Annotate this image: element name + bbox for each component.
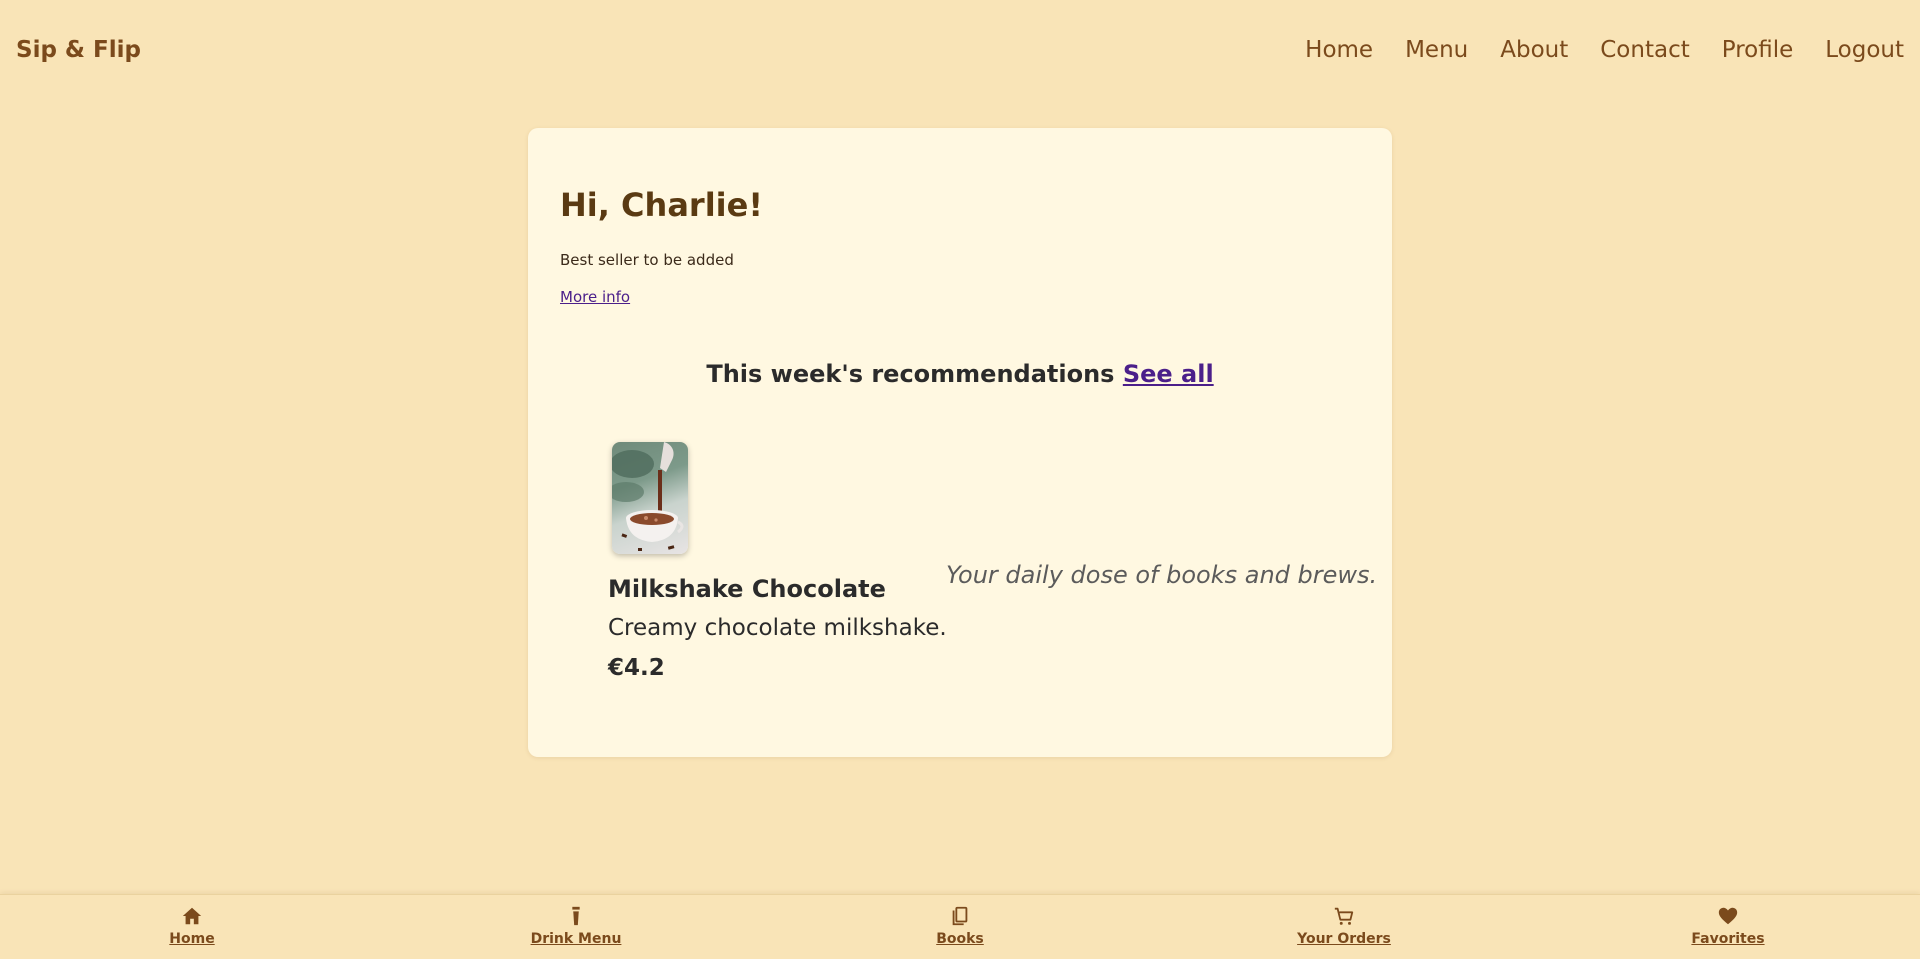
tab-home-label: Home bbox=[169, 931, 215, 947]
nav-logout[interactable]: Logout bbox=[1825, 37, 1904, 63]
top-navbar: Sip & Flip Home Menu About Contact Profi… bbox=[0, 0, 1920, 100]
more-info-link[interactable]: More info bbox=[560, 288, 630, 306]
home-icon bbox=[182, 907, 202, 925]
tab-books[interactable]: Books bbox=[880, 905, 1040, 947]
tab-drink-menu[interactable]: Drink Menu bbox=[496, 905, 656, 947]
bestseller-text: Best seller to be added bbox=[560, 251, 734, 269]
greeting-heading: Hi, Charlie! bbox=[560, 186, 763, 224]
tab-your-orders[interactable]: Your Orders bbox=[1264, 905, 1424, 947]
nav-home[interactable]: Home bbox=[1305, 37, 1373, 63]
tab-home[interactable]: Home bbox=[112, 905, 272, 947]
cup-icon bbox=[572, 906, 580, 926]
tab-books-label: Books bbox=[936, 931, 984, 947]
recommendations-title: This week's recommendations bbox=[706, 360, 1115, 388]
tagline: Your daily dose of books and brews. bbox=[946, 561, 1378, 589]
tab-drink-menu-label: Drink Menu bbox=[530, 931, 622, 947]
product-description: Creamy chocolate milkshake. bbox=[608, 615, 947, 641]
heart-icon bbox=[1718, 907, 1738, 925]
product-name[interactable]: Milkshake Chocolate bbox=[608, 575, 886, 603]
main-nav: Home Menu About Contact Profile Logout bbox=[1273, 37, 1904, 63]
brand-logo[interactable]: Sip & Flip bbox=[16, 37, 141, 63]
product-image[interactable] bbox=[612, 442, 688, 554]
nav-menu[interactable]: Menu bbox=[1405, 37, 1468, 63]
tab-favorites[interactable]: Favorites bbox=[1648, 905, 1808, 947]
cart-icon bbox=[1334, 907, 1354, 925]
bottom-tab-bar: Home Drink Menu Books Your Orders Favori… bbox=[0, 894, 1920, 959]
nav-profile[interactable]: Profile bbox=[1722, 37, 1794, 63]
hot-chocolate-illustration bbox=[612, 442, 684, 551]
nav-contact[interactable]: Contact bbox=[1600, 37, 1689, 63]
recommendations-heading: This week's recommendations See all bbox=[528, 360, 1392, 388]
see-all-link[interactable]: See all bbox=[1123, 360, 1214, 388]
home-card: Hi, Charlie! Best seller to be added Mor… bbox=[528, 128, 1392, 757]
tab-favorites-label: Favorites bbox=[1691, 931, 1765, 947]
book-icon bbox=[952, 906, 968, 926]
nav-about[interactable]: About bbox=[1500, 37, 1568, 63]
tab-your-orders-label: Your Orders bbox=[1297, 931, 1391, 947]
product-price: €4.2 bbox=[608, 655, 665, 681]
